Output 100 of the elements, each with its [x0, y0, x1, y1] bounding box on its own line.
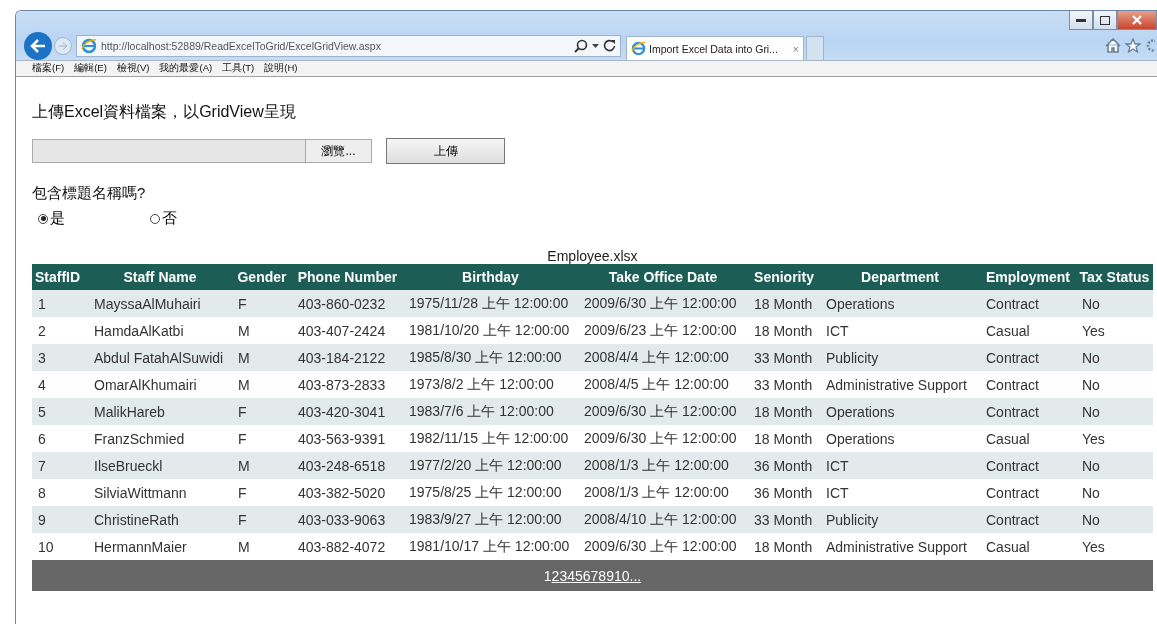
browser-logo-icon	[631, 41, 646, 56]
table-cell: No	[1076, 290, 1153, 317]
star-icon[interactable]	[1125, 38, 1141, 53]
table-cell: 3	[32, 344, 88, 371]
table-cell: F	[232, 479, 292, 506]
table-cell: 2008/4/5 上午 12:00:00	[578, 371, 748, 398]
table-cell: 1981/10/20 上午 12:00:00	[403, 317, 578, 344]
column-header: Take Office Date	[578, 264, 748, 290]
table-cell: 2	[32, 317, 88, 344]
page-link[interactable]: 1	[543, 567, 552, 584]
file-input-field[interactable]: 瀏覽...	[32, 139, 372, 163]
minimize-button[interactable]	[1069, 11, 1093, 30]
address-bar[interactable]: http://localhost:52889/ReadExcelToGrid/ExcelGridView.aspx	[76, 34, 621, 57]
table-cell: 2009/6/30 上午 12:00:00	[578, 425, 748, 452]
table-cell: No	[1076, 479, 1153, 506]
search-icon[interactable]	[574, 38, 588, 53]
page-link[interactable]: 7	[590, 567, 599, 584]
refresh-icon[interactable]	[603, 39, 616, 52]
menu-item[interactable]: 工具(T)	[222, 62, 255, 75]
radio-option[interactable]: 否	[150, 209, 262, 228]
url-text: http://localhost:52889/ReadExcelToGrid/ExcelGridView.aspx	[101, 39, 382, 52]
table-cell: FranzSchmied	[88, 425, 232, 452]
page-link[interactable]: 6	[582, 567, 591, 584]
page-link[interactable]: 8	[598, 567, 607, 584]
radio-option[interactable]: 是	[38, 209, 150, 228]
browser-logo-icon	[81, 37, 97, 54]
upload-button[interactable]: 上傳	[386, 138, 505, 164]
grid-caption: Employee.xlsx	[546, 248, 639, 264]
table-cell: 1	[32, 290, 88, 317]
menu-item[interactable]: 檔案(F)	[32, 62, 65, 75]
dropdown-caret-icon[interactable]	[592, 43, 599, 48]
table-cell: 403-420-3041	[292, 398, 403, 425]
table-cell: 36 Month	[748, 479, 820, 506]
table-cell: 403-033-9063	[292, 506, 403, 533]
menu-item[interactable]: 編輯(E)	[74, 62, 107, 75]
tab-close-button[interactable]: ×	[792, 42, 799, 55]
page-link[interactable]: 4	[567, 567, 575, 584]
table-cell: 18 Month	[748, 317, 820, 344]
table-cell: Contract	[980, 479, 1076, 506]
page-link[interactable]: 10	[613, 567, 630, 584]
back-button[interactable]	[24, 31, 52, 60]
table-cell: Contract	[980, 371, 1076, 398]
menu-item[interactable]: 我的最愛(A)	[159, 62, 213, 75]
table-cell: 18 Month	[748, 398, 820, 425]
home-icon[interactable]	[1105, 38, 1121, 53]
settings-icon[interactable]	[1145, 38, 1155, 53]
menu-item[interactable]: 說明(H)	[264, 62, 298, 75]
table-cell: 8	[32, 479, 88, 506]
table-cell: 403-882-4072	[292, 533, 403, 560]
browser-tab[interactable]: Import Excel Data into Gri... ×	[626, 36, 804, 60]
page-link[interactable]: ...	[629, 567, 642, 584]
browse-button[interactable]: 瀏覽...	[305, 140, 371, 162]
table-cell: M	[232, 344, 292, 371]
column-header: StaffID	[32, 264, 88, 290]
table-cell: Publicity	[820, 344, 980, 371]
page-link[interactable]: 3	[559, 567, 568, 584]
table-cell: 2008/4/10 上午 12:00:00	[578, 506, 748, 533]
minimize-icon	[1076, 18, 1086, 22]
maximize-button[interactable]	[1093, 11, 1117, 30]
close-button[interactable]	[1117, 11, 1157, 30]
table-cell: Yes	[1076, 533, 1153, 560]
table-cell: Casual	[980, 425, 1076, 452]
table-cell: 33 Month	[748, 344, 820, 371]
table-cell: Administrative Support	[820, 371, 980, 398]
table-cell: No	[1076, 371, 1153, 398]
table-cell: 18 Month	[748, 290, 820, 317]
table-cell: 1975/8/25 上午 12:00:00	[403, 479, 578, 506]
column-header: Staff Name	[88, 264, 232, 290]
table-cell: F	[232, 398, 292, 425]
table-cell: HamdaAlKatbi	[88, 317, 232, 344]
table-cell: 403-873-2833	[292, 371, 403, 398]
page-link[interactable]: 2	[551, 567, 560, 584]
table-cell: Yes	[1076, 425, 1153, 452]
table-cell: 2009/6/23 上午 12:00:00	[578, 317, 748, 344]
table-cell: Contract	[980, 506, 1076, 533]
table-cell: 1983/9/27 上午 12:00:00	[403, 506, 578, 533]
table-cell: 7	[32, 452, 88, 479]
table-cell: IlseBrueckl	[88, 452, 232, 479]
table-cell: HermannMaier	[88, 533, 232, 560]
menu-item[interactable]: 檢視(V)	[116, 62, 150, 75]
table-cell: 2008/4/4 上午 12:00:00	[578, 344, 748, 371]
table-cell: Publicity	[820, 506, 980, 533]
table-cell: 403-184-2122	[292, 344, 403, 371]
page-link[interactable]: 5	[574, 567, 583, 584]
table-cell: 4	[32, 371, 88, 398]
table-cell: SilviaWittmann	[88, 479, 232, 506]
table-cell: 18 Month	[748, 533, 820, 560]
table-cell: No	[1076, 506, 1153, 533]
table-cell: 1977/2/20 上午 12:00:00	[403, 452, 578, 479]
table-cell: Casual	[980, 317, 1076, 344]
table-cell: ICT	[820, 317, 980, 344]
table-cell: 1982/11/15 上午 12:00:00	[403, 425, 578, 452]
table-cell: 1981/10/17 上午 12:00:00	[403, 533, 578, 560]
table-cell: 2008/1/3 上午 12:00:00	[578, 452, 748, 479]
table-cell: Contract	[980, 344, 1076, 371]
page-link[interactable]: 9	[606, 567, 614, 584]
table-cell: No	[1076, 452, 1153, 479]
table-cell: ChristineRath	[88, 506, 232, 533]
table-cell: 403-382-5020	[292, 479, 403, 506]
table-cell: ICT	[820, 479, 980, 506]
